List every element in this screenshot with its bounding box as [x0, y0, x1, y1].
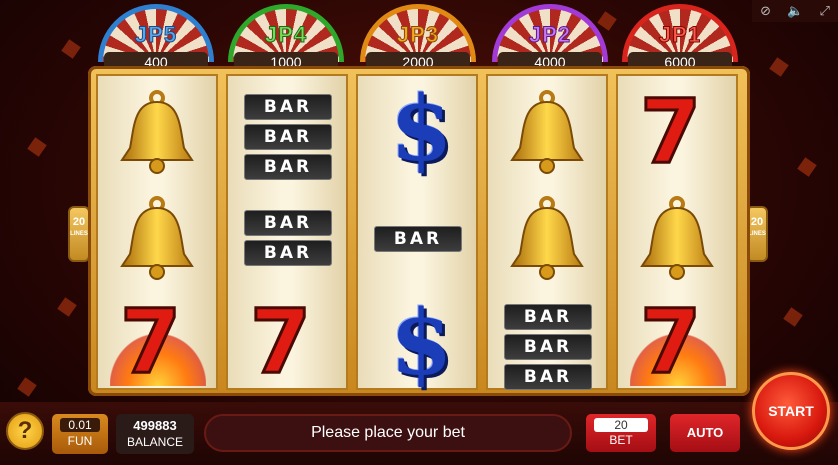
seven-symbol: 7: [638, 290, 702, 393]
ember-decoration: [57, 297, 77, 317]
jackpot-title: JP3: [396, 22, 440, 48]
bar-symbol: BAR: [504, 364, 592, 390]
jackpot-title: JP1: [658, 22, 702, 48]
reel-2: BAR BAR BAR BAR BAR 7: [226, 74, 348, 390]
seven-symbol: 7: [248, 290, 312, 393]
seven-symbol: 7: [118, 290, 182, 393]
jackpot-title: JP2: [528, 22, 572, 48]
bar-symbol: BAR: [374, 226, 462, 252]
dollar-symbol: $: [390, 290, 453, 396]
lines-badge-left: 20 LINES: [68, 206, 90, 262]
balance-value: 499883: [133, 418, 177, 433]
balance-label: BALANCE: [126, 435, 184, 449]
ember-decoration: [17, 377, 37, 397]
bell-icon: [640, 196, 714, 280]
balance-display: 499883 BALANCE: [116, 414, 194, 454]
bar-symbol: BAR: [244, 94, 332, 120]
fullscreen-icon[interactable]: ⤢: [819, 4, 829, 19]
jackpot-jp5: JP5 400: [98, 4, 214, 72]
status-message: Please place your bet: [204, 414, 572, 452]
bar-symbol: BAR: [244, 240, 332, 266]
help-button[interactable]: ?: [6, 412, 44, 450]
bell-icon: [120, 196, 194, 280]
reel-3: $ BAR $: [356, 74, 478, 390]
ember-decoration: [27, 137, 47, 157]
ember-decoration: [769, 57, 789, 77]
coin-label: FUN: [67, 434, 93, 448]
jackpot-jp1: JP1 6000: [622, 4, 738, 72]
jackpot-jp2: JP2 4000: [492, 4, 608, 72]
ember-decoration: [797, 157, 817, 177]
jackpot-jp3: JP3 2000: [360, 4, 476, 72]
bell-icon: [510, 196, 584, 280]
reel-1: 7: [96, 74, 218, 390]
auto-button[interactable]: AUTO: [670, 414, 740, 452]
jackpot-title: JP4: [264, 22, 308, 48]
bell-icon: [120, 90, 194, 174]
dollar-symbol: $: [390, 76, 453, 182]
ember-decoration: [783, 307, 803, 327]
slot-machine: 7 BAR BAR BAR BAR BAR 7 $ BAR $ BAR BAR …: [88, 66, 750, 396]
bet-label: BET: [609, 433, 633, 447]
bet-button[interactable]: 20 BET: [586, 414, 656, 452]
coin-value: 0.01: [60, 418, 100, 432]
reel-5: 7 7: [616, 74, 738, 390]
bet-value: 20: [594, 418, 648, 432]
top-toolbar: ⊘ 🔈 ⤢: [752, 0, 838, 22]
bar-symbol: BAR: [244, 124, 332, 150]
seven-symbol: 7: [638, 80, 702, 183]
jackpot-title: JP5: [134, 22, 178, 48]
no-ads-icon[interactable]: ⊘: [760, 4, 771, 19]
bar-symbol: BAR: [244, 210, 332, 236]
jackpot-jp4: JP4 1000: [228, 4, 344, 72]
bar-symbol: BAR: [504, 334, 592, 360]
start-button[interactable]: START: [752, 372, 830, 450]
sound-icon[interactable]: 🔈: [787, 4, 803, 19]
bar-symbol: BAR: [244, 154, 332, 180]
reel-4: BAR BAR BAR: [486, 74, 608, 390]
bar-symbol: BAR: [504, 304, 592, 330]
ember-decoration: [61, 39, 81, 59]
bell-icon: [510, 90, 584, 174]
coin-value-button[interactable]: 0.01 FUN: [52, 414, 108, 454]
